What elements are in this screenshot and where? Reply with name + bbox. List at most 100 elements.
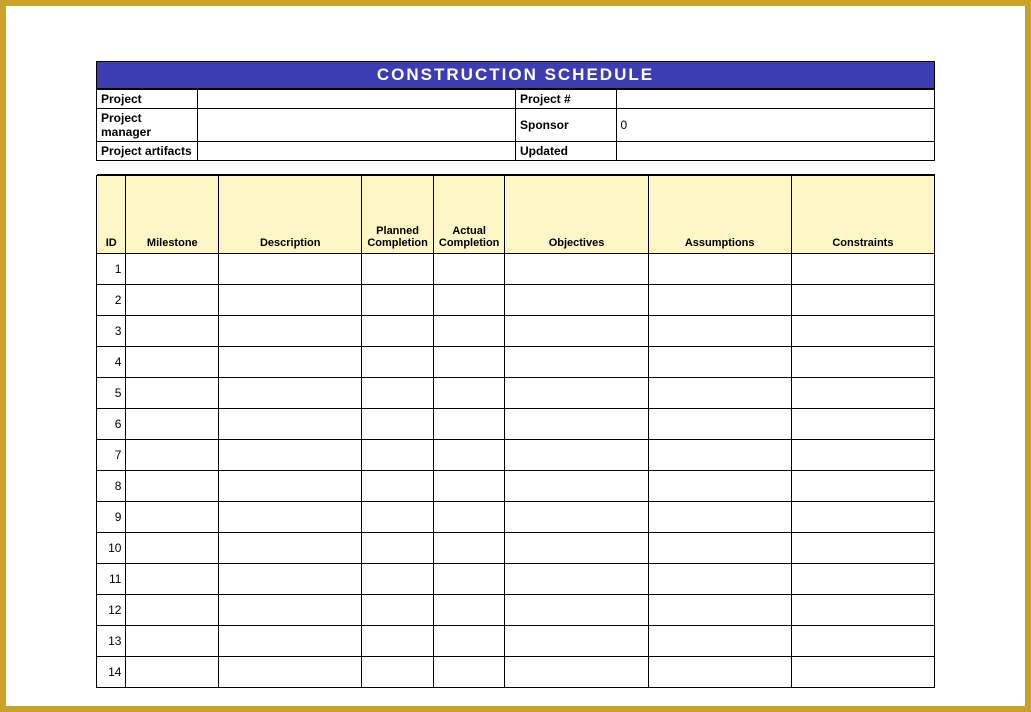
cell-constraints[interactable] (791, 440, 934, 471)
cell-id[interactable]: 3 (97, 316, 126, 347)
cell-constraints[interactable] (791, 471, 934, 502)
cell-assumptions[interactable] (648, 471, 791, 502)
cell-constraints[interactable] (791, 378, 934, 409)
cell-description[interactable] (219, 657, 362, 688)
cell-objectives[interactable] (505, 533, 648, 564)
cell-id[interactable]: 13 (97, 626, 126, 657)
cell-milestone[interactable] (126, 595, 219, 626)
cell-assumptions[interactable] (648, 409, 791, 440)
cell-id[interactable]: 7 (97, 440, 126, 471)
cell-assumptions[interactable] (648, 533, 791, 564)
cell-assumptions[interactable] (648, 285, 791, 316)
cell-description[interactable] (219, 347, 362, 378)
cell-id[interactable]: 4 (97, 347, 126, 378)
project-value[interactable] (197, 90, 515, 109)
project-artifacts-value[interactable] (197, 142, 515, 161)
cell-planned[interactable] (362, 564, 434, 595)
cell-description[interactable] (219, 316, 362, 347)
cell-id[interactable]: 2 (97, 285, 126, 316)
cell-description[interactable] (219, 378, 362, 409)
cell-constraints[interactable] (791, 502, 934, 533)
cell-planned[interactable] (362, 502, 434, 533)
cell-objectives[interactable] (505, 347, 648, 378)
cell-assumptions[interactable] (648, 378, 791, 409)
cell-planned[interactable] (362, 533, 434, 564)
cell-id[interactable]: 9 (97, 502, 126, 533)
cell-constraints[interactable] (791, 409, 934, 440)
cell-assumptions[interactable] (648, 254, 791, 285)
cell-objectives[interactable] (505, 378, 648, 409)
cell-id[interactable]: 10 (97, 533, 126, 564)
cell-milestone[interactable] (126, 316, 219, 347)
cell-actual[interactable] (433, 626, 505, 657)
cell-milestone[interactable] (126, 502, 219, 533)
cell-planned[interactable] (362, 254, 434, 285)
cell-constraints[interactable] (791, 316, 934, 347)
cell-actual[interactable] (433, 595, 505, 626)
cell-constraints[interactable] (791, 254, 934, 285)
cell-actual[interactable] (433, 564, 505, 595)
cell-objectives[interactable] (505, 409, 648, 440)
cell-objectives[interactable] (505, 254, 648, 285)
cell-milestone[interactable] (126, 254, 219, 285)
cell-assumptions[interactable] (648, 316, 791, 347)
cell-actual[interactable] (433, 502, 505, 533)
cell-objectives[interactable] (505, 626, 648, 657)
cell-planned[interactable] (362, 285, 434, 316)
cell-milestone[interactable] (126, 471, 219, 502)
cell-planned[interactable] (362, 471, 434, 502)
cell-assumptions[interactable] (648, 440, 791, 471)
cell-constraints[interactable] (791, 564, 934, 595)
cell-constraints[interactable] (791, 657, 934, 688)
cell-actual[interactable] (433, 254, 505, 285)
cell-id[interactable]: 5 (97, 378, 126, 409)
cell-description[interactable] (219, 471, 362, 502)
cell-id[interactable]: 12 (97, 595, 126, 626)
cell-actual[interactable] (433, 316, 505, 347)
cell-constraints[interactable] (791, 533, 934, 564)
cell-constraints[interactable] (791, 626, 934, 657)
cell-id[interactable]: 6 (97, 409, 126, 440)
cell-milestone[interactable] (126, 285, 219, 316)
cell-planned[interactable] (362, 657, 434, 688)
cell-milestone[interactable] (126, 564, 219, 595)
cell-planned[interactable] (362, 378, 434, 409)
cell-id[interactable]: 14 (97, 657, 126, 688)
sponsor-value[interactable]: 0 (616, 109, 934, 142)
cell-description[interactable] (219, 502, 362, 533)
cell-planned[interactable] (362, 626, 434, 657)
cell-description[interactable] (219, 595, 362, 626)
cell-planned[interactable] (362, 409, 434, 440)
cell-actual[interactable] (433, 378, 505, 409)
cell-planned[interactable] (362, 316, 434, 347)
cell-actual[interactable] (433, 533, 505, 564)
cell-assumptions[interactable] (648, 626, 791, 657)
cell-description[interactable] (219, 285, 362, 316)
cell-objectives[interactable] (505, 471, 648, 502)
cell-objectives[interactable] (505, 440, 648, 471)
cell-assumptions[interactable] (648, 564, 791, 595)
cell-actual[interactable] (433, 440, 505, 471)
cell-id[interactable]: 11 (97, 564, 126, 595)
cell-assumptions[interactable] (648, 657, 791, 688)
updated-value[interactable] (616, 142, 934, 161)
cell-milestone[interactable] (126, 533, 219, 564)
cell-assumptions[interactable] (648, 595, 791, 626)
cell-constraints[interactable] (791, 595, 934, 626)
cell-objectives[interactable] (505, 502, 648, 533)
cell-actual[interactable] (433, 409, 505, 440)
cell-planned[interactable] (362, 347, 434, 378)
cell-actual[interactable] (433, 285, 505, 316)
cell-milestone[interactable] (126, 440, 219, 471)
cell-actual[interactable] (433, 347, 505, 378)
cell-objectives[interactable] (505, 657, 648, 688)
cell-milestone[interactable] (126, 347, 219, 378)
cell-constraints[interactable] (791, 347, 934, 378)
cell-id[interactable]: 8 (97, 471, 126, 502)
cell-description[interactable] (219, 626, 362, 657)
cell-description[interactable] (219, 409, 362, 440)
cell-objectives[interactable] (505, 564, 648, 595)
cell-actual[interactable] (433, 657, 505, 688)
project-number-value[interactable] (616, 90, 934, 109)
cell-planned[interactable] (362, 595, 434, 626)
